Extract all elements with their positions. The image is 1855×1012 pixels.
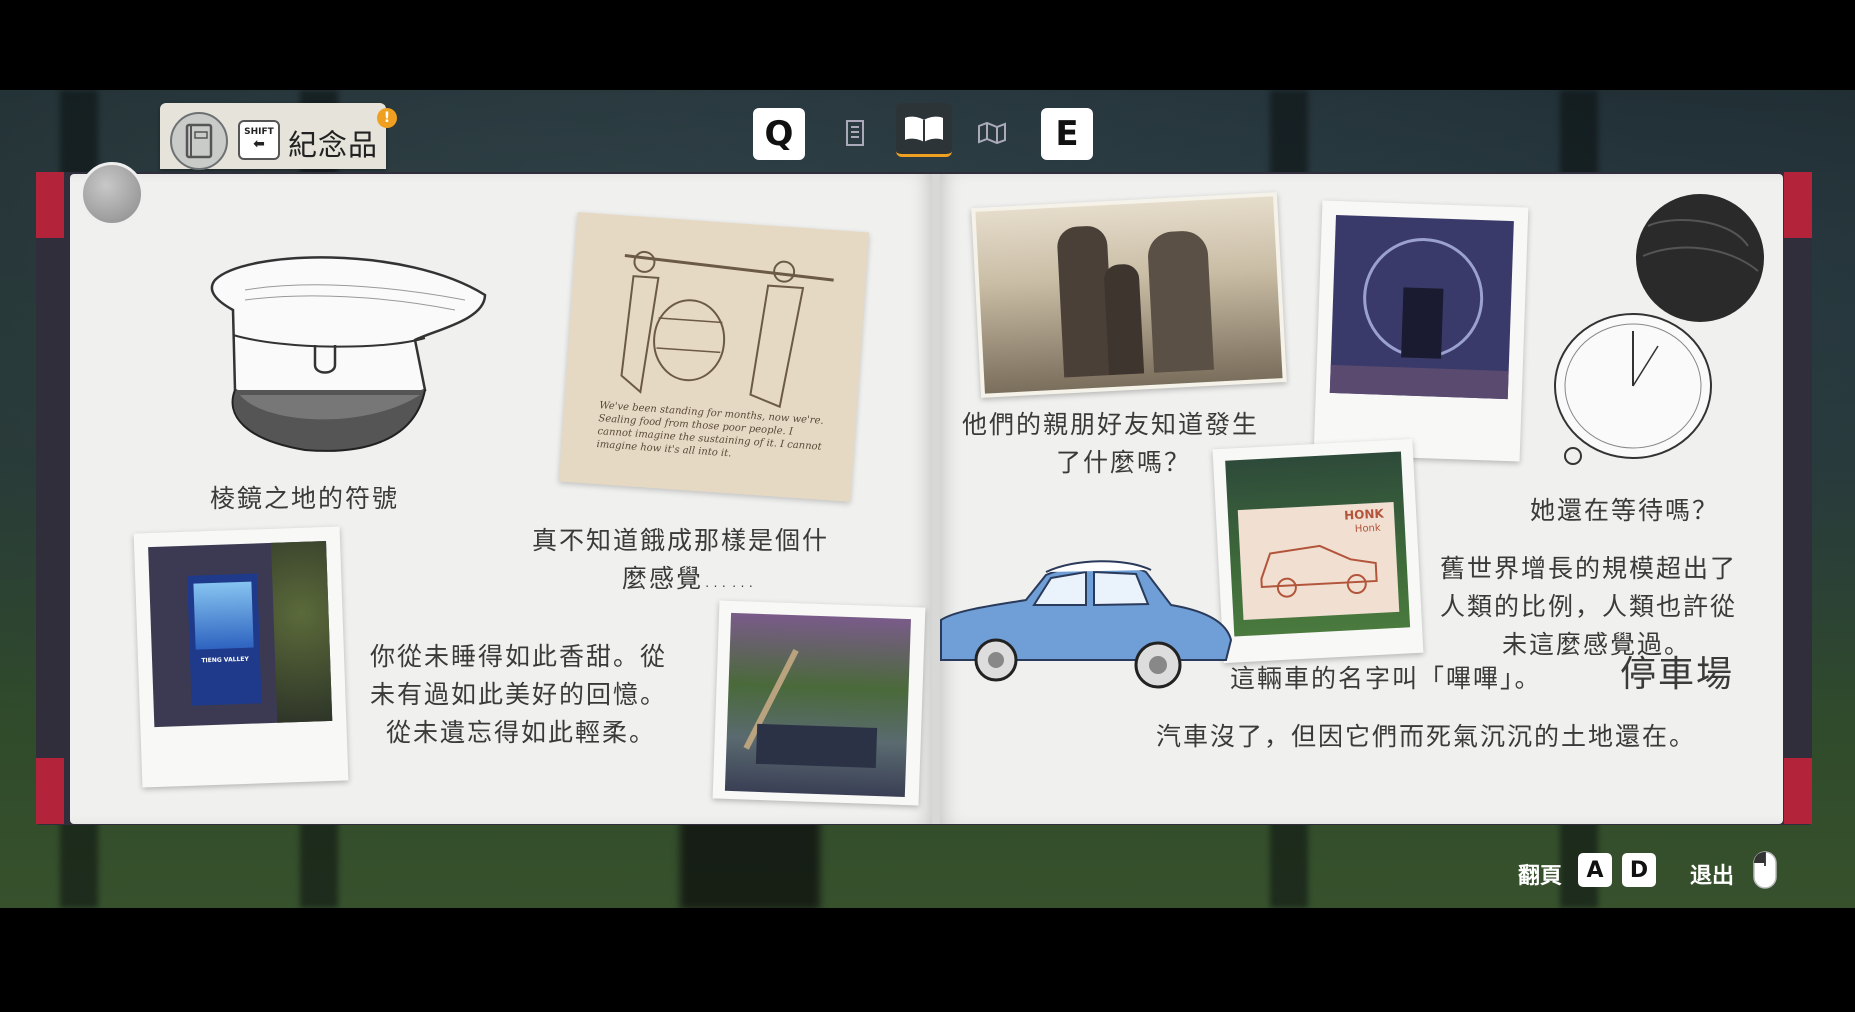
family-caption-line1: 他們的親朋好友知道發生 [962, 410, 1260, 439]
honk-text-2: Honk [1354, 522, 1381, 536]
shift-key-icon: SHIFT ⬅ [238, 120, 280, 160]
cars-gone-caption: 汽車沒了，但因它們而死氣沉沉的土地還在。 [1156, 722, 1697, 751]
family-photo[interactable] [971, 192, 1287, 398]
debris-image [724, 612, 911, 798]
shrine-floor [1329, 364, 1509, 400]
flip-key-a[interactable]: A [1578, 853, 1612, 887]
sketch-note-line1: 真不知道餓成那樣是個什 [532, 526, 830, 555]
honk-car-photo[interactable]: HONK Honk [1212, 438, 1424, 664]
car-name-caption: 這輛車的名字叫「嗶嗶」。 [1230, 664, 1542, 693]
exit-label: 退出 [1690, 864, 1735, 889]
cover-corner [36, 172, 64, 238]
cover-corner [1784, 172, 1812, 238]
sketch-note-line2: 麼感覺…… [622, 564, 758, 593]
map-icon[interactable] [972, 113, 1012, 153]
poster-caption-line2: 未有過如此美好的回憶。 [370, 680, 668, 709]
prev-tab-key-q[interactable]: Q [753, 108, 805, 160]
alert-badge: ! [377, 108, 397, 128]
page-bookmark-circle[interactable] [80, 162, 144, 226]
honk-image: HONK Honk [1225, 451, 1411, 637]
poster-caption-line1: 你從未睡得如此香甜。從 [370, 642, 668, 671]
debris-photo[interactable] [712, 600, 926, 806]
shift-key-arrow: ⬅ [253, 136, 265, 152]
blue-car-sketch[interactable] [936, 550, 1236, 700]
honk-sign: HONK Honk [1237, 501, 1400, 620]
shrine-door [1401, 287, 1444, 359]
cover-corner [36, 758, 64, 824]
poster-arches [193, 581, 254, 650]
poster-photo[interactable]: TIENG VALLEY [133, 526, 349, 788]
waiting-caption: 她還在等待嗎？ [1530, 496, 1720, 525]
next-tab-key-e[interactable]: E [1041, 108, 1093, 160]
book-spine [932, 174, 940, 824]
parking-lot-title: 停車場 [1620, 654, 1735, 695]
family-figure-child [1103, 263, 1145, 376]
flip-page-label: 翻頁 [1518, 864, 1563, 889]
family-caption-line2: 了什麼嗎？ [1056, 448, 1192, 477]
ivy-vines [271, 540, 333, 723]
pocket-watch-sketch[interactable] [1548, 186, 1778, 476]
debris-pile [755, 723, 878, 769]
cap-caption: 棱鏡之地的符號 [210, 484, 400, 513]
poster-title: TIENG VALLEY [201, 655, 249, 665]
flip-key-d[interactable]: D [1622, 853, 1656, 887]
scale-caption-line1: 舊世界增長的規模超出了 [1440, 554, 1738, 583]
cap-sketch[interactable] [185, 240, 505, 460]
section-title: 紀念品 [288, 128, 379, 162]
mouse-icon[interactable] [1752, 850, 1778, 890]
cover-corner [1784, 758, 1812, 824]
honk-text-1: HONK [1343, 506, 1385, 523]
shrine-photo[interactable] [1313, 200, 1529, 462]
poster-caption-line3: 從未遺忘得如此輕柔。 [386, 718, 657, 747]
family-image [975, 196, 1283, 394]
scale-caption-line2: 人類的比例，人類也許從 [1440, 592, 1738, 621]
family-figure-woman [1146, 229, 1215, 373]
journal-icon[interactable] [170, 112, 228, 170]
list-icon[interactable] [835, 113, 875, 153]
poster: TIENG VALLEY [187, 573, 262, 706]
sketch-note-card[interactable]: We've been standing for months, now we'r… [558, 212, 870, 502]
poster-image: TIENG VALLEY [148, 540, 333, 728]
open-book-icon[interactable] [896, 103, 952, 157]
shrine-image [1329, 214, 1514, 400]
